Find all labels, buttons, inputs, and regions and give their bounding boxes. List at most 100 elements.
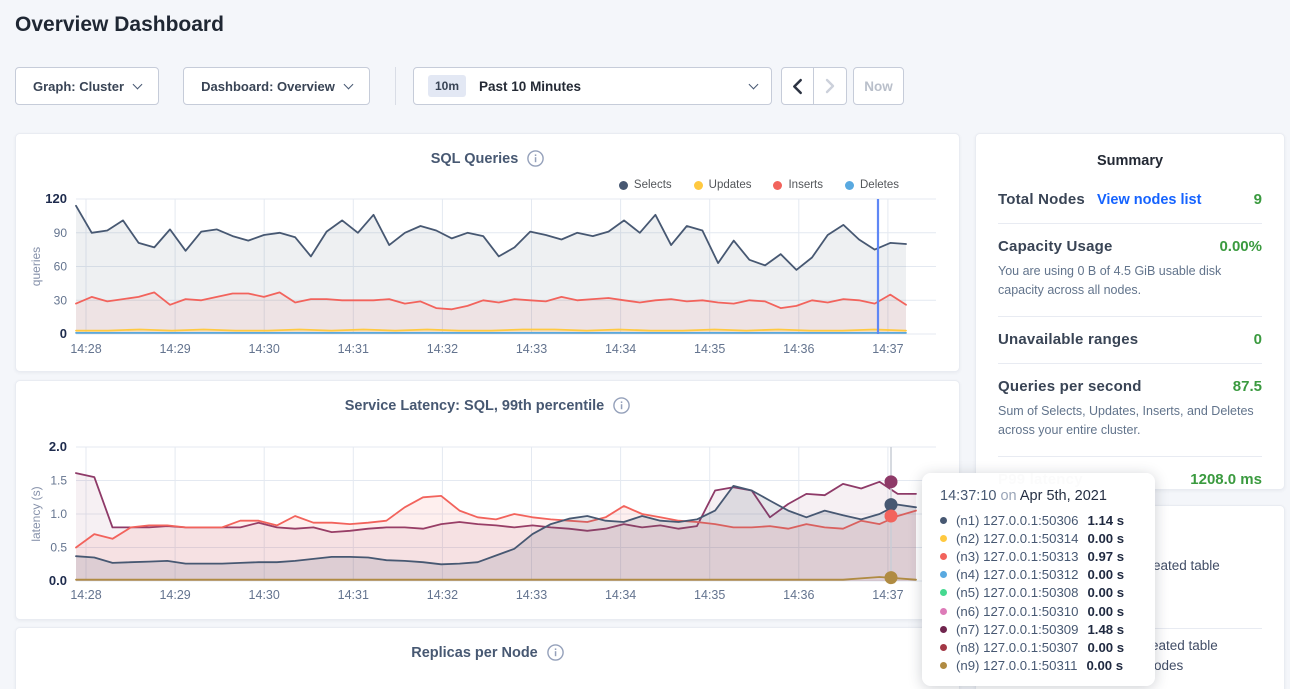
x-tick-label: 14:33 — [516, 588, 547, 602]
hover-dot — [885, 475, 898, 488]
chevron-left-icon — [789, 78, 806, 95]
tooltip-label: (n6) 127.0.0.1:50310 — [956, 604, 1078, 619]
summary-row-qps: Queries per second 87.5 Sum of Selects, … — [998, 364, 1262, 457]
tooltip-value: 0.00 s — [1087, 531, 1124, 546]
x-tick-label: 14:29 — [159, 588, 190, 602]
legend-item[interactable]: Inserts — [773, 179, 823, 191]
now-button[interactable]: Now — [853, 67, 904, 105]
event-text-fragment: eated table — [1153, 558, 1220, 573]
summary-label: Queries per second — [998, 378, 1142, 395]
dashboard-dropdown[interactable]: Dashboard: Overview — [183, 67, 370, 105]
tooltip-label: (n3) 127.0.0.1:50313 — [956, 549, 1078, 564]
summary-label: Capacity Usage — [998, 238, 1113, 255]
chart-card-replicas-per-node: Replicas per Node — [15, 627, 960, 689]
summary-row-capacity: Capacity Usage 0.00% You are using 0 B o… — [998, 224, 1262, 317]
tooltip-value: 0.00 s — [1087, 640, 1124, 655]
sql-queries-chart-area[interactable]: 14:2814:2914:3014:3114:3214:3314:3414:35… — [16, 192, 961, 370]
tooltip-row: (n9) 127.0.0.1:50311 0.00 s — [940, 657, 1141, 675]
summary-value: 0 — [1254, 331, 1262, 348]
tooltip-dot — [940, 517, 947, 524]
info-icon[interactable] — [527, 150, 544, 167]
page-title: Overview Dashboard — [15, 13, 224, 37]
summary-desc: You are using 0 B of 4.5 GiB usable disk… — [998, 262, 1262, 301]
summary-label: Unavailable ranges — [998, 331, 1138, 348]
legend-item[interactable]: Deletes — [845, 179, 899, 191]
summary-value: 1208.0 ms — [1190, 471, 1262, 488]
chevron-right-icon — [823, 78, 837, 94]
hover-dot — [885, 498, 898, 511]
x-tick-label: 14:37 — [872, 342, 903, 356]
graph-dropdown[interactable]: Graph: Cluster — [15, 67, 159, 105]
y-tick-label: 1.0 — [50, 507, 67, 521]
x-tick-label: 14:32 — [427, 342, 458, 356]
tooltip-dot — [940, 662, 947, 669]
y-tick-label: 0.0 — [49, 573, 67, 588]
tooltip-value: 0.97 s — [1087, 549, 1124, 564]
tooltip-value: 1.14 s — [1087, 513, 1124, 528]
hover-dot — [885, 571, 898, 584]
time-range-picker[interactable]: 10m Past 10 Minutes — [413, 67, 772, 105]
chart-title: SQL Queries — [431, 151, 519, 167]
y-tick-label: 120 — [45, 192, 67, 206]
x-tick-label: 14:33 — [516, 342, 547, 356]
view-nodes-link[interactable]: View nodes list — [1097, 192, 1202, 208]
tooltip-time: 14:37:10 on Apr 5th, 2021 — [940, 488, 1141, 504]
hover-dot — [885, 510, 898, 523]
legend-item[interactable]: Updates — [694, 179, 752, 191]
summary-card: Summary Total Nodes View nodes list 9 Ca… — [975, 133, 1285, 490]
tooltip-row: (n1) 127.0.0.1:50306 1.14 s — [940, 511, 1141, 529]
legend-dot — [694, 181, 703, 190]
tooltip-dot — [940, 644, 947, 651]
time-range-badge: 10m — [428, 75, 466, 97]
next-range-button[interactable] — [814, 67, 847, 105]
legend-label: Inserts — [788, 179, 823, 191]
tooltip-value: 0.00 s — [1087, 585, 1124, 600]
tooltip-row: (n3) 127.0.0.1:50313 0.97 s — [940, 547, 1141, 565]
info-icon[interactable] — [547, 644, 564, 661]
x-tick-label: 14:28 — [70, 588, 101, 602]
legend-dot — [845, 181, 854, 190]
tooltip-value: 0.00 s — [1086, 658, 1123, 673]
tooltip-label: (n2) 127.0.0.1:50314 — [956, 531, 1078, 546]
y-tick-label: 0 — [60, 326, 67, 341]
y-tick-label: 90 — [54, 226, 68, 240]
x-tick-label: 14:35 — [694, 342, 725, 356]
event-text-fragment: odes — [1154, 658, 1183, 673]
legend-item[interactable]: Selects — [619, 179, 672, 191]
chart-title: Replicas per Node — [411, 645, 538, 661]
tooltip-dot — [940, 571, 947, 578]
chevron-down-icon — [749, 79, 759, 89]
tooltip-row: (n4) 127.0.0.1:503120.00 s — [940, 566, 1141, 584]
tooltip-label: (n8) 127.0.0.1:50307 — [956, 640, 1078, 655]
x-tick-label: 14:31 — [338, 342, 369, 356]
summary-title: Summary — [976, 134, 1284, 169]
y-tick-label: 0.5 — [50, 541, 67, 555]
x-tick-label: 14:37 — [872, 588, 903, 602]
tooltip-dot — [940, 626, 947, 633]
chart-card-service-latency: Service Latency: SQL, 99th percentile 14… — [15, 380, 960, 620]
summary-value: 9 — [1254, 191, 1262, 208]
summary-value: 0.00% — [1219, 238, 1262, 255]
tooltip-label: (n1) 127.0.0.1:50306 — [956, 513, 1078, 528]
tooltip-dot — [940, 553, 947, 560]
summary-row-unavailable: Unavailable ranges 0 — [998, 317, 1262, 364]
x-tick-label: 14:28 — [70, 342, 101, 356]
event-text-fragment: eated table — [1151, 638, 1218, 653]
info-icon[interactable] — [613, 397, 630, 414]
legend-dot — [619, 181, 628, 190]
now-button-label: Now — [864, 79, 893, 94]
service-latency-chart-area[interactable]: 14:2814:2914:3014:3114:3214:3314:3414:35… — [16, 431, 961, 616]
tooltip-label: (n7) 127.0.0.1:50309 — [956, 622, 1078, 637]
y-tick-label: 60 — [54, 260, 68, 274]
tooltip-value: 0.00 s — [1087, 567, 1124, 582]
tooltip-rows: (n1) 127.0.0.1:50306 1.14 s (n2) 127.0.0.1… — [940, 511, 1141, 675]
tooltip-value: 1.48 s — [1087, 622, 1124, 637]
x-tick-label: 14:36 — [783, 342, 814, 356]
tooltip-value: 0.00 s — [1087, 604, 1124, 619]
tooltip-label: (n9) 127.0.0.1:50311 — [956, 658, 1077, 673]
y-axis-label: queries — [29, 247, 43, 286]
prev-range-button[interactable] — [781, 67, 814, 105]
chevron-down-icon — [133, 79, 143, 89]
dashboard-dropdown-label: Dashboard: Overview — [201, 79, 335, 94]
tooltip-dot — [940, 535, 947, 542]
